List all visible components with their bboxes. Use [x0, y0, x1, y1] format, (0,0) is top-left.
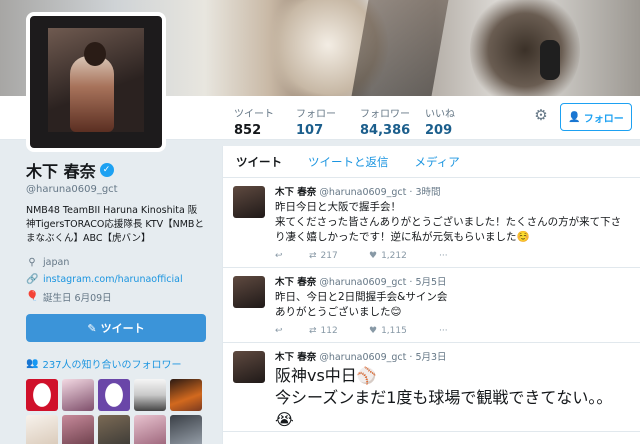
tweet-timestamp[interactable]: 5月5日	[415, 277, 446, 288]
add-person-icon: 👤	[568, 111, 581, 123]
follower-avatar[interactable]	[98, 379, 130, 411]
stat-followers[interactable]: フォロワー 84,386	[360, 102, 410, 138]
tweet-text: 阪神vs中日⚾ 今シーズンまだ1度も球場で観戦できてない。。😭	[275, 366, 613, 429]
retweet-action[interactable]: ⇄ 112	[309, 326, 369, 336]
follower-avatar[interactable]	[62, 415, 94, 444]
stat-value: 107	[296, 123, 324, 138]
tweet-timestamp[interactable]: 5月3日	[415, 352, 446, 363]
profile-card: 木下 春奈 ✓ @haruna0609_gct NMB48 TeamBII Ha…	[26, 158, 206, 444]
stat-value: 84,386	[360, 123, 411, 138]
timeline-tabs: ツイート ツイートと返信 メディア	[223, 146, 640, 178]
birthday-text: 誕生日 6月09日	[43, 292, 112, 304]
stat-tweets[interactable]: ツイート 852	[230, 102, 278, 149]
follower-avatar[interactable]	[134, 379, 166, 411]
tweet-author-name[interactable]: 木下 春奈	[275, 352, 316, 363]
like-action[interactable]: ♥ 1,212	[369, 251, 439, 261]
stat-likes[interactable]: いいね 209	[425, 102, 455, 138]
profile-name[interactable]: 木下 春奈	[26, 158, 96, 182]
profile-handle[interactable]: @haruna0609_gct	[26, 184, 206, 195]
more-icon[interactable]: ···	[439, 326, 448, 336]
tweet-avatar[interactable]	[233, 276, 265, 308]
follower-avatar[interactable]	[134, 415, 166, 444]
retweet-icon: ⇄	[309, 251, 317, 261]
link-icon: 🔗	[26, 274, 39, 285]
profile-avatar[interactable]	[26, 12, 166, 152]
url-text[interactable]: instagram.com/harunaofficial	[43, 274, 183, 285]
profile-birthday: 🎈 誕生日 6月09日	[26, 288, 206, 305]
tweet-actions: ↩ ⇄ 217 ♥ 1,212 ···	[275, 245, 630, 267]
tweet-item[interactable]: 木下 春奈 @haruna0609_gct · 3時間 昨日今日と大阪で握手会！…	[223, 178, 640, 268]
tab-media[interactable]: メディア	[415, 154, 460, 170]
follow-button-label: フォロー	[583, 113, 624, 125]
stat-label: ツイート	[234, 109, 274, 120]
tab-tweets[interactable]: ツイート	[236, 154, 282, 170]
follower-avatar[interactable]	[170, 415, 202, 444]
stat-label: フォロワー	[360, 109, 410, 120]
profile-location: ⚲ japan	[26, 254, 206, 271]
followers-you-know-grid	[26, 379, 206, 444]
verified-badge-icon: ✓	[99, 163, 114, 177]
like-count: 1,212	[381, 251, 407, 261]
tweet-author-name[interactable]: 木下 春奈	[275, 187, 316, 198]
tab-tweets-and-replies[interactable]: ツイートと返信	[308, 154, 389, 170]
stat-label: フォロー	[296, 109, 336, 120]
stat-label: いいね	[425, 109, 455, 120]
more-icon[interactable]: ···	[439, 251, 448, 261]
follow-button[interactable]: 👤 フォロー	[560, 103, 632, 131]
stat-following[interactable]: フォロー 107	[296, 102, 336, 138]
tweet-author-handle[interactable]: @haruna0609_gct	[319, 277, 406, 288]
follower-avatar[interactable]	[62, 379, 94, 411]
retweet-icon: ⇄	[309, 326, 317, 336]
like-action[interactable]: ♥ 1,115	[369, 326, 439, 336]
follower-avatar[interactable]	[170, 379, 202, 411]
compose-icon: ✎	[87, 321, 97, 335]
gear-icon[interactable]: ⚙	[532, 106, 550, 124]
tweet-timestamp[interactable]: 3時間	[415, 187, 440, 198]
follower-avatar[interactable]	[26, 379, 58, 411]
tweet-avatar[interactable]	[233, 351, 265, 383]
profile-url[interactable]: 🔗 instagram.com/harunaofficial	[26, 271, 206, 288]
stat-value: 209	[425, 123, 453, 138]
tweet-text: 昨日今日と大阪で握手会！ 来てくださった皆さんありがとうございました！たくさんの…	[275, 201, 622, 243]
profile-bio: NMB48 TeamBII Haruna Kinoshita 阪神TigersT…	[26, 205, 204, 244]
retweet-count: 112	[320, 326, 338, 336]
reply-icon[interactable]: ↩	[275, 251, 309, 261]
follower-avatar[interactable]	[26, 415, 58, 444]
heart-icon: ♥	[369, 251, 378, 261]
retweet-action[interactable]: ⇄ 217	[309, 251, 369, 261]
tweet-item[interactable]: 木下 春奈 @haruna0609_gct · 5月5日 昨日、今日と2日間握手…	[223, 268, 640, 343]
people-icon: 👥	[26, 358, 39, 369]
location-text: japan	[43, 257, 70, 268]
tweet-author-handle[interactable]: @haruna0609_gct	[319, 352, 406, 363]
tweet-button[interactable]: ✎ ツイート	[26, 314, 206, 342]
timeline: ツイート ツイートと返信 メディア 木下 春奈 @haruna0609_gct …	[222, 146, 640, 444]
tweet-author-name[interactable]: 木下 春奈	[275, 277, 316, 288]
heart-icon: ♥	[369, 326, 378, 336]
tweet-item[interactable]: 木下 春奈 @haruna0609_gct · 5月3日 阪神vs中日⚾ 今シー…	[223, 343, 640, 432]
tweet-author-handle[interactable]: @haruna0609_gct	[319, 187, 406, 198]
followers-you-know-link[interactable]: 👥 237人の知り合いのフォロワー	[26, 356, 206, 371]
follower-avatar[interactable]	[98, 415, 130, 444]
pin-icon: ⚲	[28, 257, 36, 268]
followers-you-know-label: 237人の知り合いのフォロワー	[42, 360, 182, 371]
tweet-text: 昨日、今日と2日間握手会&サイン会 ありがとうございました😊	[275, 291, 448, 318]
reply-icon[interactable]: ↩	[275, 326, 309, 336]
balloon-icon: 🎈	[26, 291, 39, 302]
like-count: 1,115	[381, 326, 407, 336]
tweet-actions: ↩ ⇄ 112 ♥ 1,115 ···	[275, 320, 630, 342]
tweet-avatar[interactable]	[233, 186, 265, 218]
stat-value: 852	[234, 123, 262, 138]
retweet-count: 217	[320, 251, 338, 261]
tweet-button-label: ツイート	[100, 322, 145, 335]
